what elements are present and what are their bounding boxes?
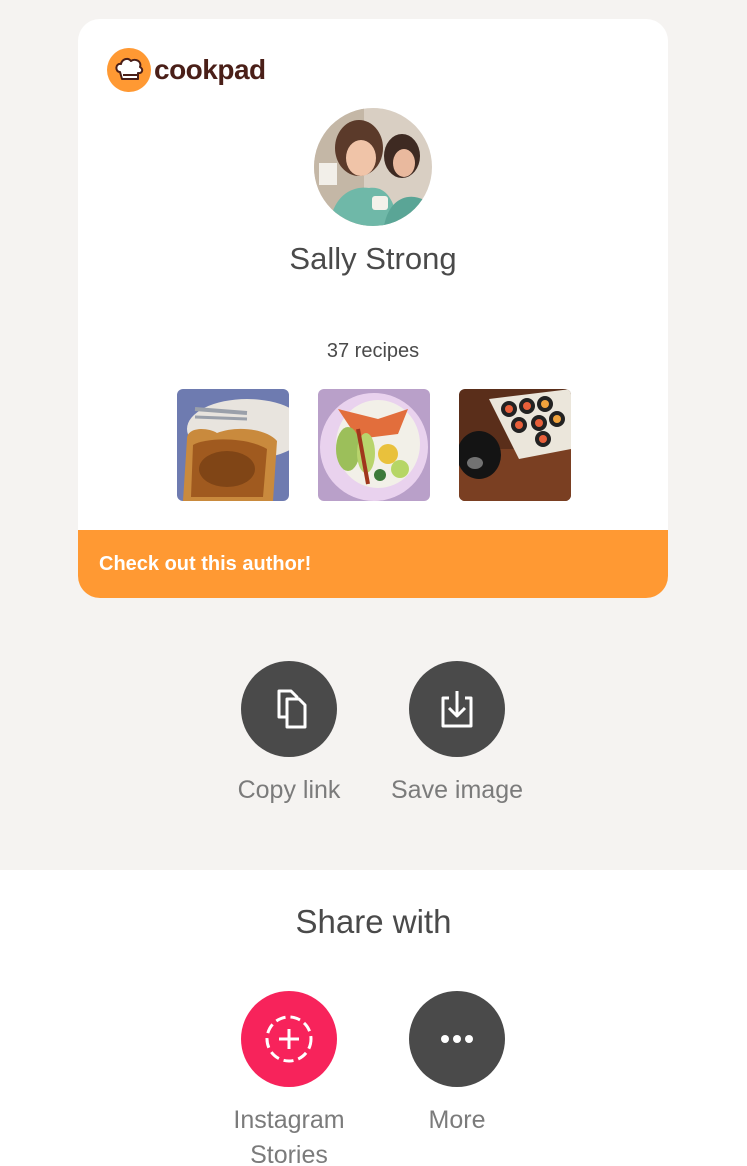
more-circle[interactable] (409, 991, 505, 1087)
copy-link-circle[interactable] (241, 661, 337, 757)
instagram-label-line2: Stories (250, 1141, 328, 1166)
recipe-thumbnail-sushi (459, 389, 571, 501)
more-label: More (428, 1106, 486, 1134)
card-footer-text: Check out this author! (99, 552, 312, 575)
author-name: Sally Strong (289, 241, 457, 276)
instagram-stories-button[interactable]: Instagram Stories (209, 991, 369, 1166)
copy-link-label: Copy link (237, 776, 341, 804)
copy-link-button[interactable]: Copy link (209, 661, 369, 808)
instagram-label-line1: Instagram (233, 1106, 345, 1134)
recipe-count: 37 recipes (326, 340, 420, 362)
more-button[interactable]: More (377, 991, 537, 1138)
card-footer-banner: Check out this author! (78, 530, 668, 598)
copy-icon (277, 689, 307, 729)
share-sheet: Share with Instagram Stories More (0, 870, 747, 1166)
instagram-stories-circle[interactable] (241, 991, 337, 1087)
instagram-stories-label: Instagram Stories (233, 1103, 344, 1166)
save-image-button[interactable]: Save image (377, 661, 537, 808)
save-image-label: Save image (390, 776, 524, 804)
save-image-circle[interactable] (409, 661, 505, 757)
more-dots-icon (441, 1035, 473, 1043)
recipe-thumbnails (177, 389, 571, 501)
recipe-thumbnail-toast (177, 389, 289, 501)
instagram-add-icon (265, 1015, 313, 1063)
share-with-title: Share with (295, 903, 452, 940)
cookpad-logo: cookpad (107, 48, 266, 92)
recipe-thumbnail-salad (318, 389, 430, 501)
author-avatar (314, 108, 432, 226)
share-preview-card: cookpad Sally Strong 37 recipes Check ou… (78, 19, 668, 598)
share-actions: Copy link Save image (0, 661, 747, 821)
brand-name: cookpad (154, 54, 266, 85)
chef-hat-icon (107, 48, 151, 92)
share-screen: cookpad Sally Strong 37 recipes Check ou… (0, 0, 747, 1166)
download-icon (441, 691, 473, 728)
share-targets: Instagram Stories More (0, 991, 747, 1166)
